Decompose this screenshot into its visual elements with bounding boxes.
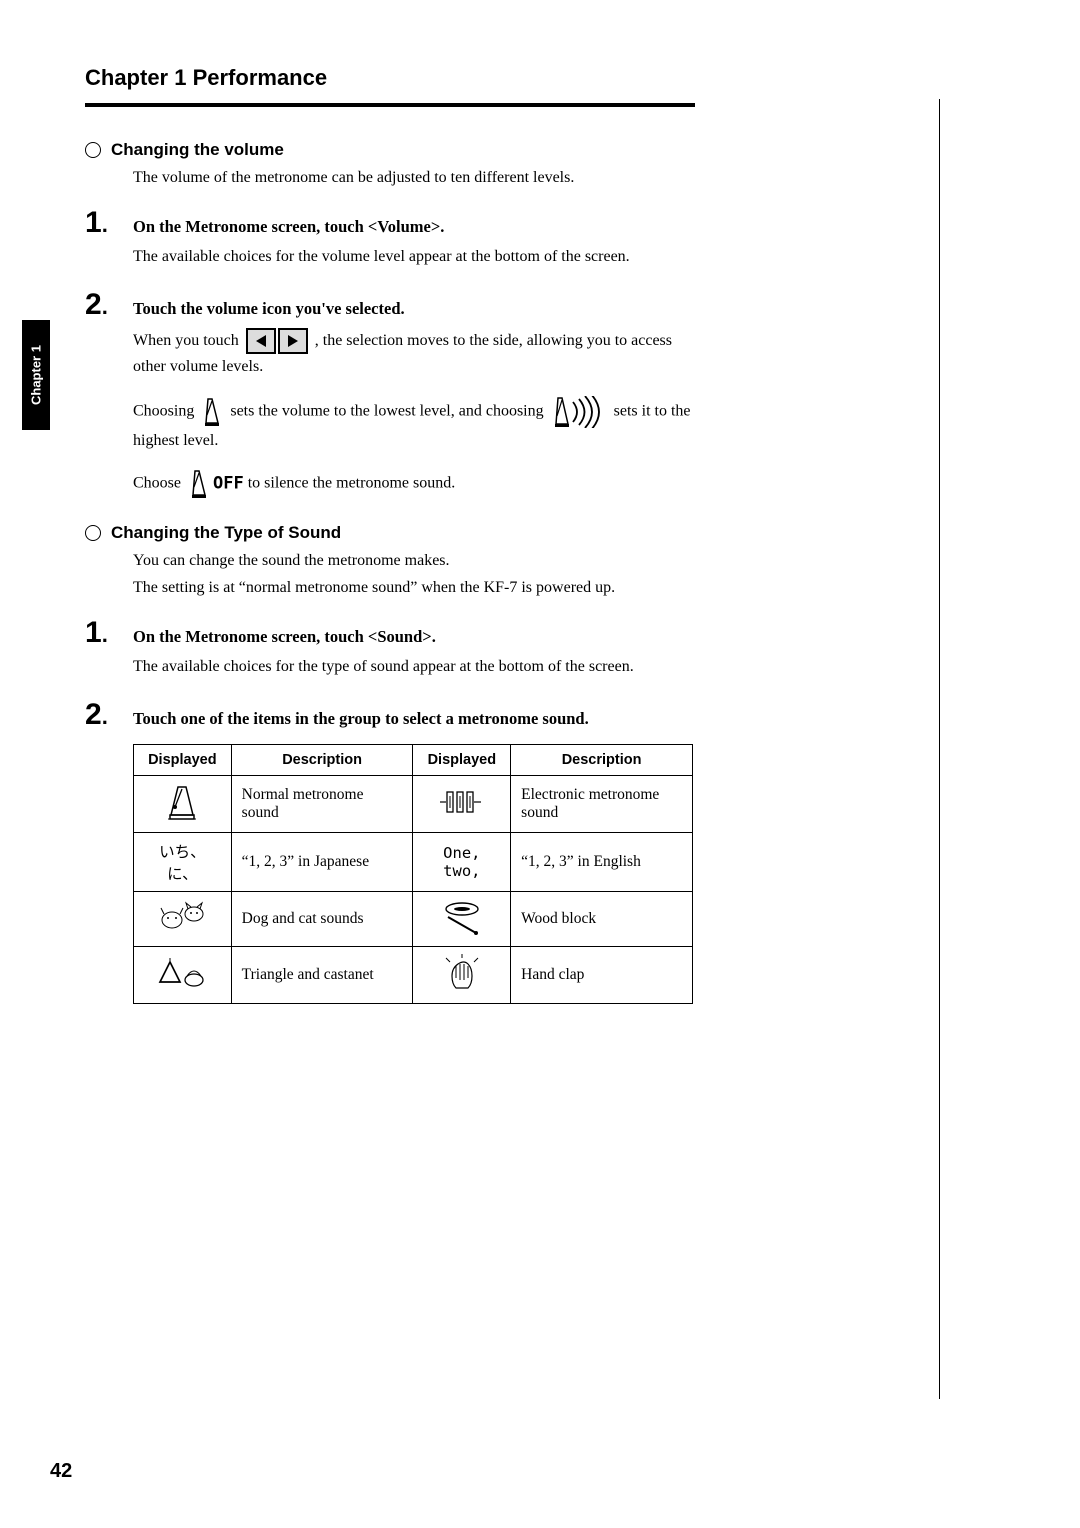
choose-pre-text: Choosing [133,402,198,419]
sound-section-head: Changing the Type of Sound [85,523,695,543]
col-displayed-1: Displayed [134,744,232,775]
desc-japanese: “1, 2, 3” in Japanese [231,832,413,891]
touch-pre-text: When you touch [133,332,243,349]
sound-table: Displayed Description Displayed Descript… [133,744,693,1004]
step-2-number: 2. [85,288,133,322]
triangle-castanet-icon [134,946,232,1003]
desc-handclap: Hand clap [511,946,693,1003]
col-displayed-2: Displayed [413,744,511,775]
table-row: いち、に、 “1, 2, 3” in Japanese One, two, “1… [134,832,693,891]
step-1-number: 1. [85,206,133,240]
metronome-off-icon [188,469,210,499]
electronic-metronome-icon [413,775,511,832]
metronome-low-icon [201,397,223,427]
desc-normal: Normal metronome sound [231,775,413,832]
arrow-right-icon [278,328,308,354]
sound-intro1: You can change the sound the metronome m… [133,550,695,572]
off-label: OFF [213,474,244,494]
japanese-count-icon: いち、に、 [134,832,232,891]
side-rule [939,99,940,1399]
sound-step1-desc: The available choices for the type of so… [133,656,695,678]
desc-english: “1, 2, 3” in English [511,832,693,891]
volume-section-head: Changing the volume [85,140,695,160]
step-1-number: 1. [85,616,133,650]
volume-step1-title: On the Metronome screen, touch <Volume>. [133,217,444,237]
section-bullet-icon [85,142,101,158]
page-number: 42 [50,1460,72,1483]
desc-electronic: Electronic metronome sound [511,775,693,832]
sound-heading: Changing the Type of Sound [111,523,341,543]
wood-block-icon [413,891,511,946]
col-description-2: Description [511,744,693,775]
volume-intro: The volume of the metronome can be adjus… [133,167,695,189]
section-bullet-icon [85,525,101,541]
table-row: Triangle and castanet Hand clap [134,946,693,1003]
chapter-title: Chapter 1 Performance [85,65,695,91]
sound-intro2: The setting is at “normal metronome soun… [133,577,695,599]
col-description-1: Description [231,744,413,775]
step-2-number: 2. [85,698,133,732]
metronome-high-icon [551,396,607,428]
handclap-icon [413,946,511,1003]
arrow-buttons-icon [245,328,309,354]
sound-step2-title: Touch one of the items in the group to s… [133,709,589,729]
off-post-text: to silence the metronome sound. [248,475,456,492]
desc-woodblock: Wood block [511,891,693,946]
metronome-classic-icon [134,775,232,832]
title-underline [85,103,695,107]
volume-step2-title: Touch the volume icon you've selected. [133,299,405,319]
table-row: Dog and cat sounds Wood block [134,891,693,946]
choose-mid-text: sets the volume to the lowest level, and… [230,402,547,419]
volume-step1-desc: The available choices for the volume lev… [133,246,695,268]
desc-dogcat: Dog and cat sounds [231,891,413,946]
off-pre-text: Choose [133,475,185,492]
chapter-tab: Chapter 1 [22,320,50,430]
dog-cat-icon [134,891,232,946]
table-row: Normal metronome sound Electronic metron… [134,775,693,832]
volume-heading: Changing the volume [111,140,284,160]
english-count-icon: One, two, [413,832,511,891]
arrow-left-icon [246,328,276,354]
sound-step1-title: On the Metronome screen, touch <Sound>. [133,627,436,647]
desc-triangle: Triangle and castanet [231,946,413,1003]
